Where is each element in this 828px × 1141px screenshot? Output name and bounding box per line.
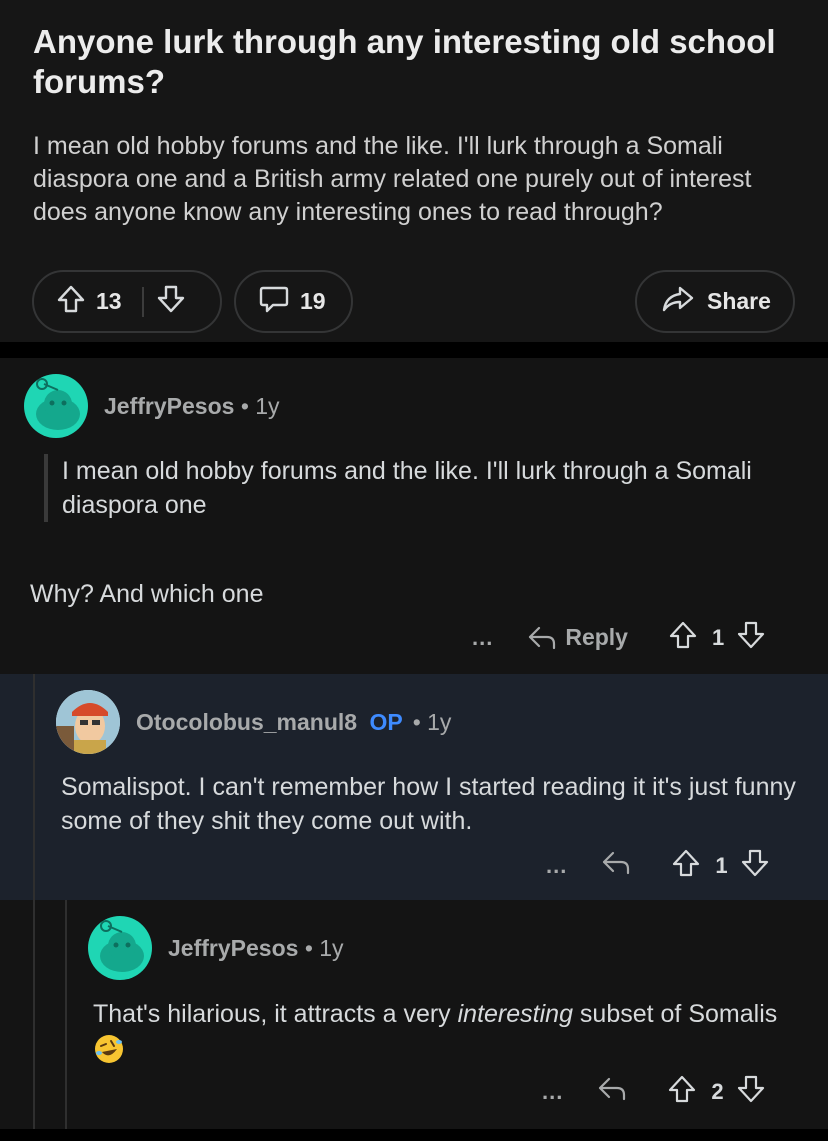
post-card: Anyone lurk through any interesting old … xyxy=(0,0,828,342)
section-divider xyxy=(0,342,828,358)
comment-text: That's hilarious, it attracts a very int… xyxy=(93,997,808,1065)
upvote-icon[interactable] xyxy=(56,284,86,319)
comment-age: • 1y xyxy=(412,709,452,735)
vote-divider xyxy=(141,286,144,317)
snoo-avatar-icon xyxy=(100,920,144,972)
comment-text-italic: interesting xyxy=(457,1000,573,1028)
author-name[interactable]: JeffryPesos xyxy=(168,935,298,961)
reply-button[interactable]: Reply xyxy=(527,624,628,651)
more-options-icon[interactable]: ... xyxy=(542,1079,563,1105)
comment-author[interactable]: JeffryPesos • 1y xyxy=(168,935,344,962)
more-options-icon[interactable]: ... xyxy=(546,853,567,879)
comment-age: • 1y xyxy=(304,935,344,961)
upvote-icon[interactable] xyxy=(671,848,701,883)
reply-icon[interactable] xyxy=(597,1076,627,1107)
share-icon xyxy=(661,284,695,319)
comment-text: Why? And which one xyxy=(30,580,264,608)
comment-age: • 1y xyxy=(240,393,280,419)
author-name[interactable]: Otocolobus_manul8 xyxy=(136,709,357,735)
vote-bar: 13 xyxy=(32,270,222,333)
comment-author[interactable]: Otocolobus_manul8 OP • 1y xyxy=(136,709,451,736)
comment-text: Somalispot. I can't remember how I start… xyxy=(61,773,796,835)
author-name[interactable]: JeffryPesos xyxy=(104,393,234,419)
comment-author[interactable]: JeffryPesos • 1y xyxy=(104,393,280,420)
comment-actions: ... 2 xyxy=(542,1074,766,1109)
comments-button[interactable]: 19 xyxy=(234,270,353,333)
upvote-icon[interactable] xyxy=(667,1074,697,1109)
comment-icon xyxy=(258,284,290,319)
snoo-avatar-icon xyxy=(36,378,80,430)
comment-op-reply: Otocolobus_manul8 OP • 1y Somalispot. I … xyxy=(0,674,828,900)
upvote-icon[interactable] xyxy=(668,620,698,655)
share-button[interactable]: Share xyxy=(635,270,795,333)
reply-label: Reply xyxy=(565,624,628,650)
share-label: Share xyxy=(707,288,771,314)
avatar[interactable] xyxy=(24,374,88,438)
post-body: I mean old hobby forums and the like. I'… xyxy=(33,132,752,226)
comment-score: 1 xyxy=(711,624,725,650)
more-options-icon[interactable]: ... xyxy=(472,625,493,651)
comment-count: 19 xyxy=(300,288,326,314)
thread-line[interactable] xyxy=(33,674,35,900)
downvote-icon[interactable] xyxy=(736,1074,766,1109)
comment: JeffryPesos • 1y That's hilarious, it at… xyxy=(0,900,828,1129)
bottom-edge xyxy=(0,1129,828,1141)
reply-icon xyxy=(529,626,556,649)
avatar[interactable] xyxy=(88,916,152,980)
comment-score: 1 xyxy=(715,852,728,878)
op-badge: OP xyxy=(369,709,403,735)
reply-icon[interactable] xyxy=(601,850,631,881)
comment-actions: ... Reply 1 xyxy=(472,620,766,655)
quoted-text: I mean old hobby forums and the like. I'… xyxy=(44,454,804,522)
post-title[interactable]: Anyone lurk through any interesting old … xyxy=(33,22,793,102)
avatar[interactable] xyxy=(56,690,120,754)
comment-text-part: subset of Somalis xyxy=(572,1000,778,1028)
upvote-count: 13 xyxy=(96,288,122,314)
downvote-icon[interactable] xyxy=(736,620,766,655)
comment-actions: ... 1 xyxy=(546,848,770,883)
comment: JeffryPesos • 1y I mean old hobby forums… xyxy=(0,358,828,674)
rolling-laughing-emoji-icon xyxy=(93,1033,125,1065)
comment-text-part: That's hilarious, it attracts a very xyxy=(93,1000,458,1028)
downvote-icon[interactable] xyxy=(156,284,186,319)
thread-line[interactable] xyxy=(65,900,67,1129)
comment-score: 2 xyxy=(711,1078,724,1104)
cartoon-avatar-icon xyxy=(56,690,120,754)
downvote-icon[interactable] xyxy=(740,848,770,883)
thread-line[interactable] xyxy=(33,900,35,1129)
